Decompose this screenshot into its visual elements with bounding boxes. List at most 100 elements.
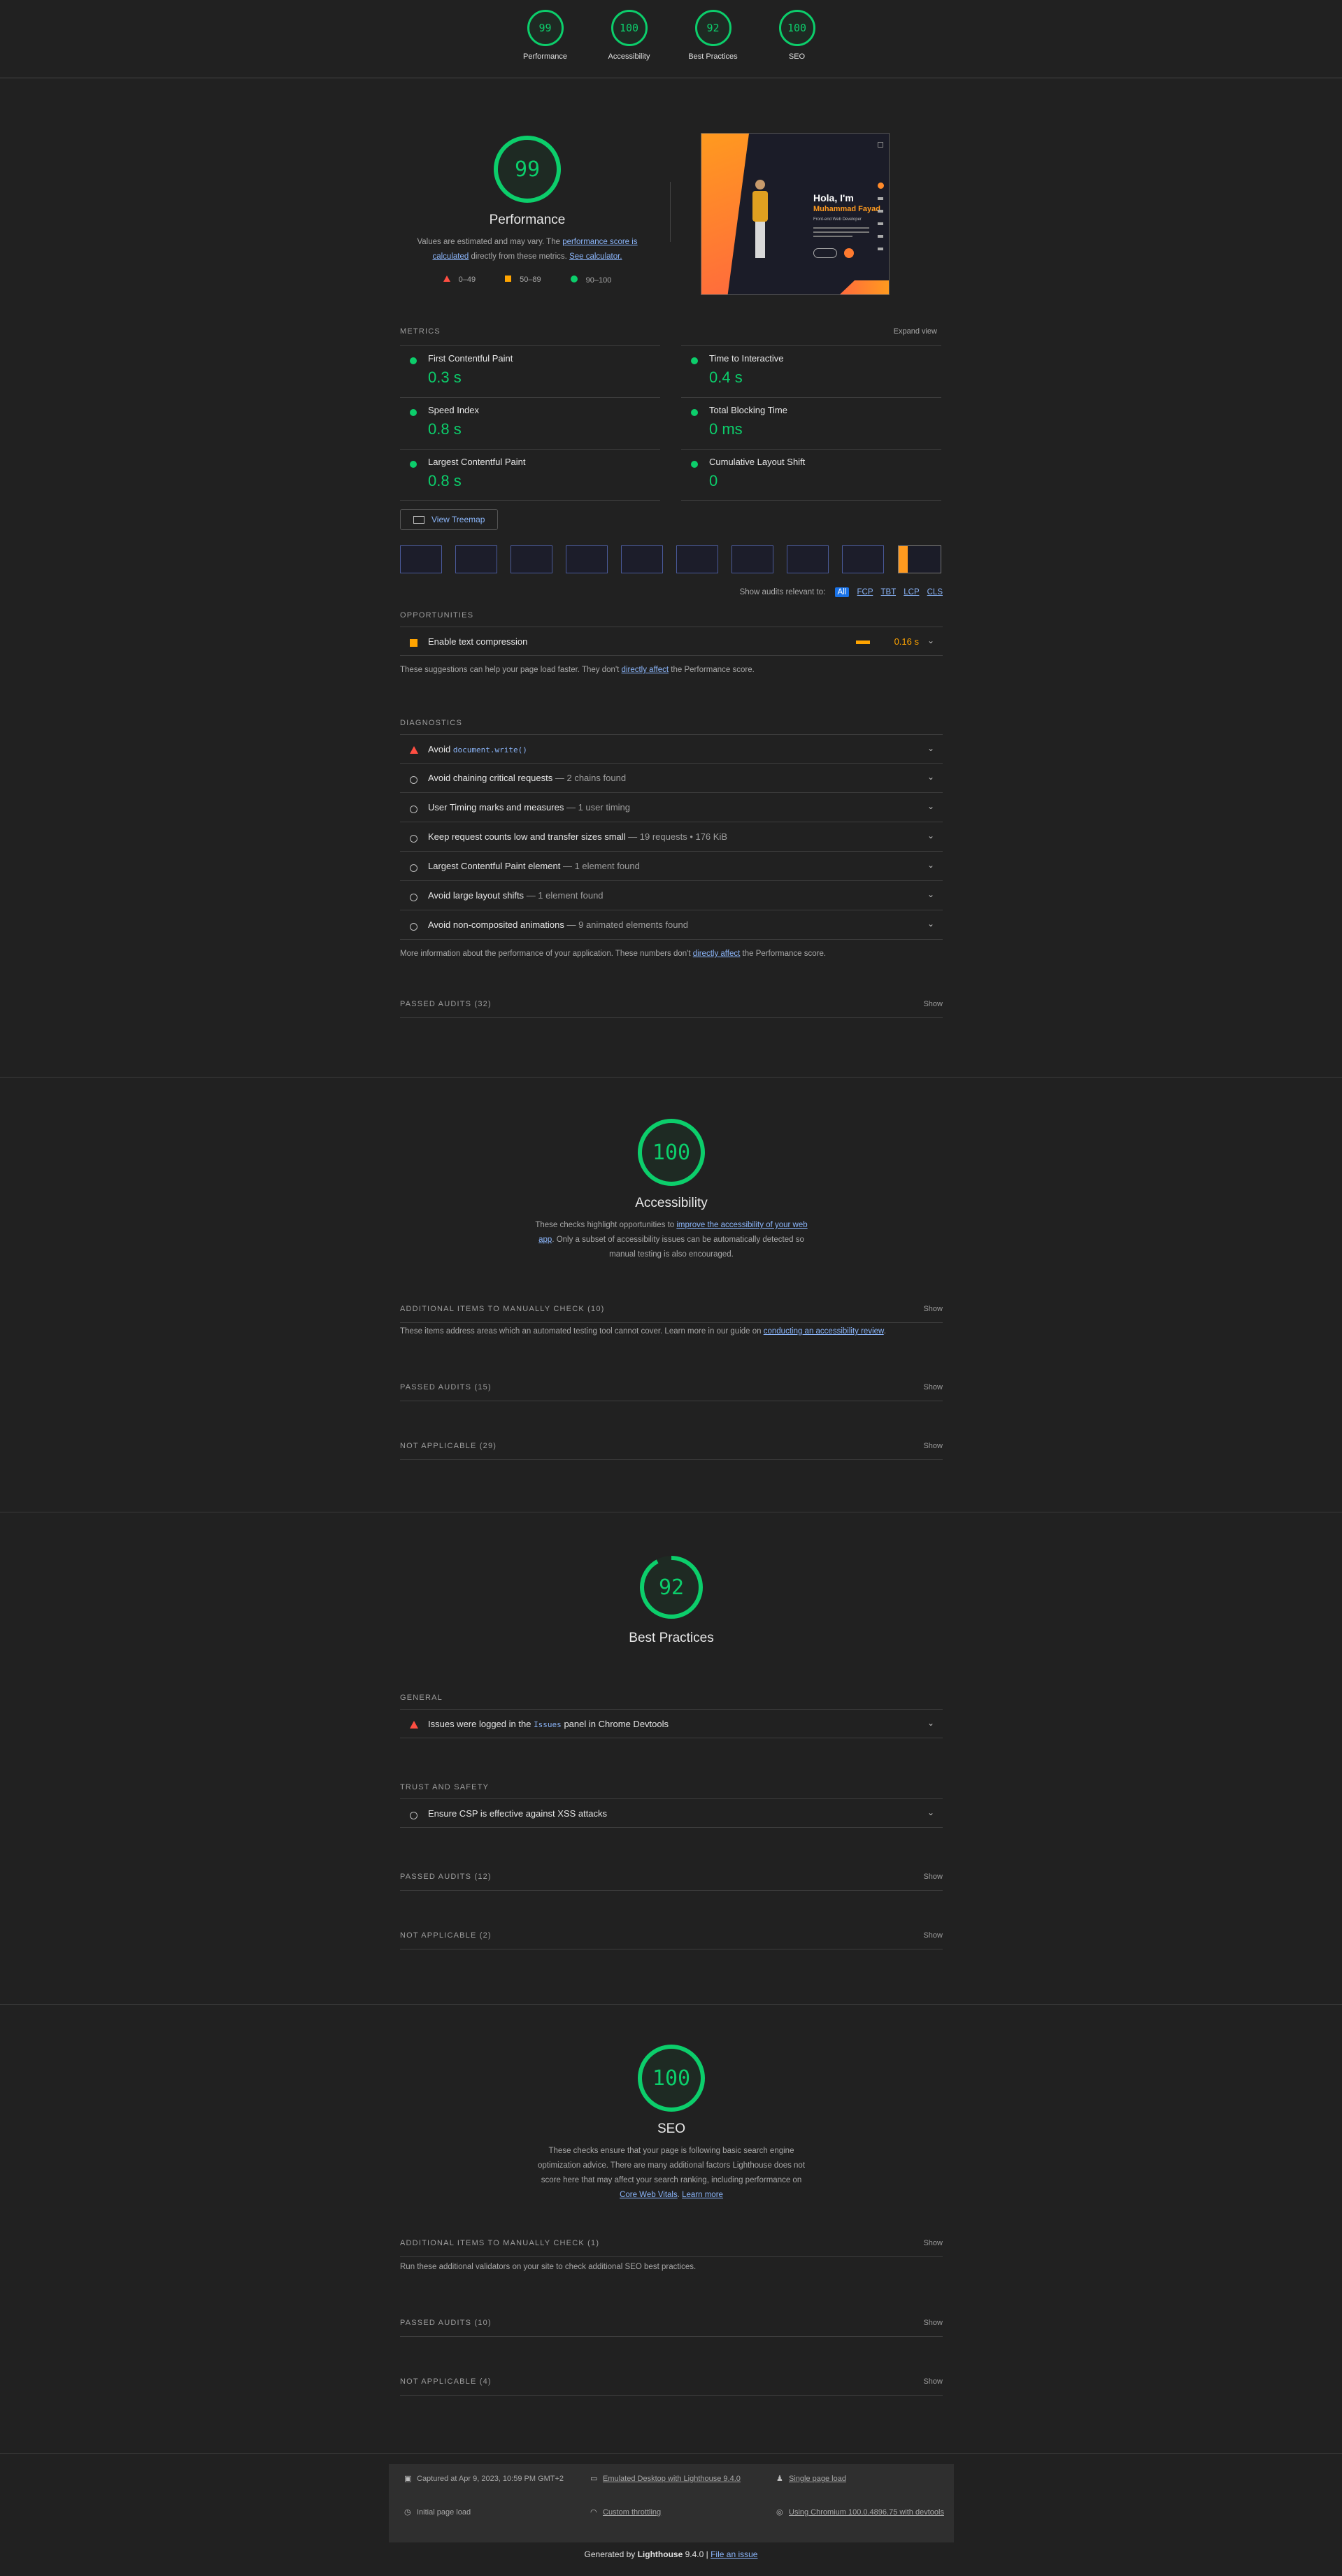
chevron-down-icon[interactable]: ⌄ — [927, 743, 934, 753]
filmstrip-frame — [842, 545, 884, 573]
seo-not-applicable[interactable]: NOT APPLICABLE (4) Show — [400, 2368, 943, 2396]
directly-affect-link[interactable]: directly affect — [693, 950, 741, 958]
chevron-down-icon[interactable]: ⌄ — [927, 1808, 934, 1817]
group-title: PASSED AUDITS (10) — [400, 2319, 492, 2327]
seo-passed-audits[interactable]: PASSED AUDITS (10) Show — [400, 2309, 943, 2337]
footer-link[interactable]: Using Chromium 100.0.4896.75 with devtoo… — [789, 2508, 944, 2517]
filmstrip-frame — [621, 545, 663, 573]
top-gauge-seo[interactable]: 100 SEO — [768, 10, 827, 61]
best-practices-not-applicable[interactable]: NOT APPLICABLE (2) Show — [400, 1922, 943, 1949]
general-header: GENERAL — [400, 1694, 443, 1702]
group-title: ADDITIONAL ITEMS TO MANUALLY CHECK (10) — [400, 1305, 605, 1313]
chevron-down-icon[interactable]: ⌄ — [927, 1718, 934, 1728]
top-gauge-best-practices[interactable]: 92 Best Practices — [684, 10, 743, 61]
chevron-down-icon[interactable]: ⌄ — [927, 636, 934, 645]
legend-fail: 0–49 — [443, 276, 476, 285]
diagnostic-animations[interactable]: Avoid non-composited animations — 9 anim… — [400, 910, 943, 940]
filmstrip-frame — [511, 545, 552, 573]
best-practices-score: 92 — [658, 1575, 685, 1600]
show-toggle[interactable]: Show — [923, 1000, 943, 1008]
diagnostic-user-timing[interactable]: User Timing marks and measures — 1 user … — [400, 793, 943, 822]
diagnostic-critical-requests[interactable]: Avoid chaining critical requests — 2 cha… — [400, 764, 943, 793]
chevron-down-icon[interactable]: ⌄ — [927, 801, 934, 811]
show-toggle[interactable]: Show — [923, 1305, 943, 1313]
filter-cls[interactable]: CLS — [927, 588, 943, 596]
final-screenshot[interactable]: Hola, I'm Muhammad Fayad Front-end Web D… — [701, 133, 890, 295]
show-toggle[interactable]: Show — [923, 1873, 943, 1881]
accessibility-section: 100 Accessibility These checks highlight… — [400, 1119, 943, 1460]
filmstrip-frame — [787, 545, 829, 573]
directly-affect-link[interactable]: directly affect — [622, 666, 669, 674]
audit-subtitle: — 1 element found — [526, 890, 604, 901]
audit-title: Keep request counts low and transfer siz… — [428, 831, 727, 842]
diagnostic-lcp-element[interactable]: Largest Contentful Paint element — 1 ele… — [400, 852, 943, 881]
diagnostic-document-write[interactable]: Avoid document.write() ⌄ — [400, 734, 943, 764]
view-treemap-button[interactable]: View Treemap — [400, 509, 498, 530]
audit-filter: Show audits relevant to: All FCP TBT LCP… — [740, 587, 943, 597]
audit-subtitle: — 2 chains found — [555, 773, 627, 783]
screenshot-circle — [844, 248, 854, 258]
chromium-version[interactable]: ◎ Using Chromium 100.0.4896.75 with devto… — [776, 2505, 944, 2520]
learn-more-link[interactable]: Learn more — [682, 2191, 723, 2199]
performance-description: Values are estimated and may vary. The p… — [400, 235, 655, 264]
top-gauge-label: Accessibility — [608, 52, 650, 61]
seo-title: SEO — [657, 2121, 686, 2136]
filter-label: Show audits relevant to: — [739, 588, 826, 596]
top-gauge-performance[interactable]: 99 Performance — [516, 10, 575, 61]
show-toggle[interactable]: Show — [923, 2319, 943, 2327]
diagnostic-request-counts[interactable]: Keep request counts low and transfer siz… — [400, 822, 943, 852]
audit-csp[interactable]: Ensure CSP is effective against XSS atta… — [400, 1798, 943, 1828]
wifi-icon: ◠ — [590, 2508, 597, 2517]
pass-circle-icon — [410, 461, 417, 468]
show-toggle[interactable]: Show — [923, 2239, 943, 2247]
filmstrip-frame-final — [898, 545, 941, 573]
see-calculator-link[interactable]: See calculator. — [569, 252, 622, 261]
group-title: NOT APPLICABLE (4) — [400, 2377, 492, 2386]
filter-fcp[interactable]: FCP — [857, 588, 873, 596]
seo-manual-checks[interactable]: ADDITIONAL ITEMS TO MANUALLY CHECK (1) S… — [400, 2229, 943, 2257]
group-title: ADDITIONAL ITEMS TO MANUALLY CHECK (1) — [400, 2239, 600, 2247]
footer-link[interactable]: Custom throttling — [603, 2508, 661, 2517]
file-issue-link[interactable]: File an issue — [711, 2549, 757, 2559]
best-practices-passed-audits[interactable]: PASSED AUDITS (12) Show — [400, 1863, 943, 1891]
chevron-down-icon[interactable]: ⌄ — [927, 919, 934, 929]
accessibility-review-link[interactable]: conducting an accessibility review — [764, 1327, 884, 1336]
show-toggle[interactable]: Show — [923, 2377, 943, 2386]
filter-all[interactable]: All — [834, 587, 850, 597]
screenshot-name: Muhammad Fayad — [813, 205, 880, 213]
show-toggle[interactable]: Show — [923, 1931, 943, 1940]
top-gauge-accessibility[interactable]: 100 Accessibility — [600, 10, 659, 61]
filter-tbt[interactable]: TBT — [881, 588, 897, 596]
chevron-down-icon[interactable]: ⌄ — [927, 831, 934, 840]
emulated-desktop[interactable]: ▭ Emulated Desktop with Lighthouse 9.4.0 — [590, 2471, 741, 2486]
custom-throttling[interactable]: ◠ Custom throttling — [590, 2505, 661, 2520]
metric-value: 0.8 s — [428, 472, 462, 489]
show-toggle[interactable]: Show — [923, 1442, 943, 1450]
chevron-down-icon[interactable]: ⌄ — [927, 860, 934, 870]
footer-link[interactable]: Single page load — [789, 2475, 846, 2483]
show-toggle[interactable]: Show — [923, 1383, 943, 1391]
screenshot-greeting: Hola, I'm — [813, 192, 854, 203]
audit-title: Issues were logged in the Issues panel i… — [428, 1719, 669, 1729]
accessibility-manual-checks[interactable]: ADDITIONAL ITEMS TO MANUALLY CHECK (10) … — [400, 1295, 943, 1323]
audit-title-text: Issues were logged in the — [428, 1719, 531, 1729]
diagnostic-layout-shifts[interactable]: Avoid large layout shifts — 1 element fo… — [400, 881, 943, 910]
score-legend: 0–49 50–89 90–100 — [400, 276, 655, 285]
opportunity-text-compression[interactable]: Enable text compression 0.16 s ⌄ — [400, 627, 943, 656]
audit-issues-logged[interactable]: Issues were logged in the Issues panel i… — [400, 1709, 943, 1738]
desc-text: These checks highlight opportunities to — [535, 1221, 675, 1229]
accessibility-not-applicable[interactable]: NOT APPLICABLE (29) Show — [400, 1432, 943, 1460]
audit-code: Issues — [534, 1720, 562, 1729]
accessibility-passed-audits[interactable]: PASSED AUDITS (15) Show — [400, 1373, 943, 1401]
performance-section: 99 Performance Values are estimated and … — [400, 133, 943, 1042]
info-circle-icon — [410, 892, 417, 905]
filter-lcp[interactable]: LCP — [904, 588, 919, 596]
metric-title: Time to Interactive — [709, 353, 784, 364]
footer-link[interactable]: Emulated Desktop with Lighthouse 9.4.0 — [603, 2475, 741, 2483]
core-web-vitals-link[interactable]: Core Web Vitals — [620, 2191, 678, 2199]
expand-view-toggle[interactable]: Expand view — [894, 327, 937, 336]
single-page-load[interactable]: ♟ Single page load — [776, 2471, 846, 2486]
performance-passed-audits[interactable]: PASSED AUDITS (32) Show — [400, 990, 943, 1018]
chevron-down-icon[interactable]: ⌄ — [927, 772, 934, 782]
chevron-down-icon[interactable]: ⌄ — [927, 889, 934, 899]
